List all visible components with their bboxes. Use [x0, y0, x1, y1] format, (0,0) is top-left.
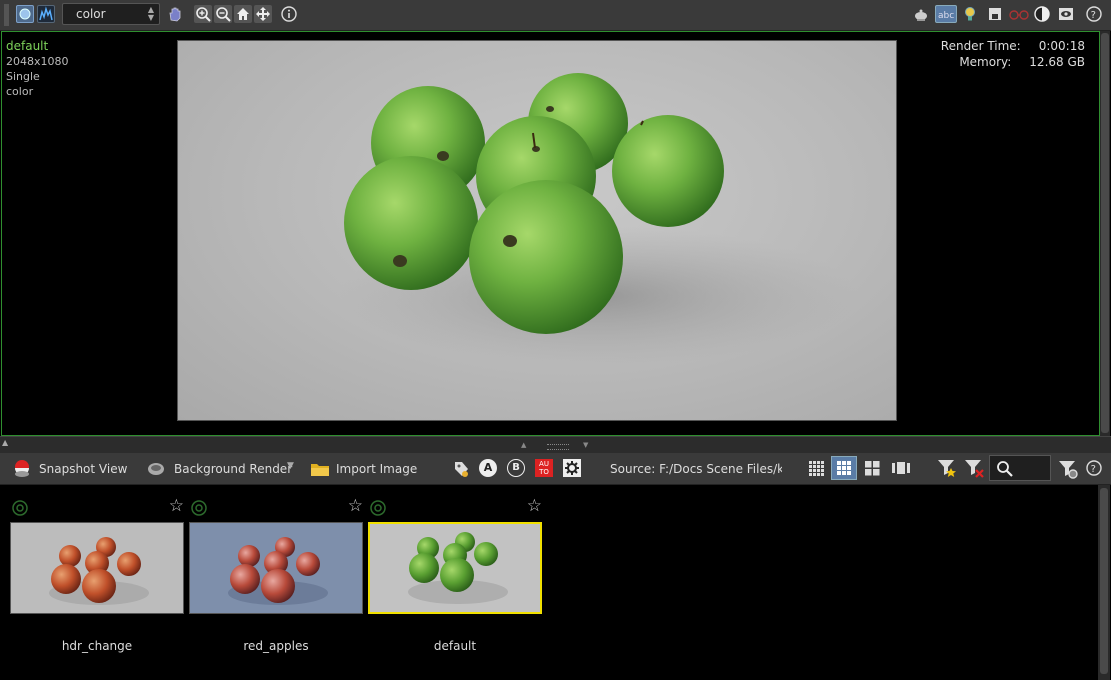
save-icon[interactable] [986, 5, 1004, 23]
bulb-icon[interactable] [961, 5, 979, 23]
render-mode: Single [6, 70, 40, 83]
folder-icon[interactable] [310, 459, 330, 482]
zoom-out-icon[interactable] [214, 5, 232, 23]
compare-b-button[interactable]: B [507, 459, 525, 477]
import-image-button[interactable]: Import Image [336, 462, 417, 476]
grid-large-icon[interactable] [863, 459, 881, 480]
settings-gear-icon[interactable] [563, 459, 581, 477]
viewer-scrollbar[interactable] [1100, 31, 1110, 436]
teapot-icon[interactable] [912, 5, 930, 23]
filter-settings-icon[interactable] [1057, 458, 1079, 483]
render-image[interactable] [177, 40, 897, 421]
green-apples-thumbnail [408, 532, 508, 604]
text-overlay-icon[interactable]: abc [935, 5, 957, 23]
snapshot-gallery: ☆ hdr_change ☆ red_apples ☆ default [0, 485, 1097, 680]
background-render-dropdown-icon[interactable]: ▼ [287, 461, 294, 471]
splitter-up-arrow-icon[interactable]: ▲ [521, 441, 526, 449]
green-apples-render [338, 73, 858, 366]
viewer-toolbar: color ▲ ▼ abc ? [0, 0, 1111, 31]
snapshot-thumbnail[interactable] [189, 522, 363, 614]
render-status-icon [370, 500, 386, 516]
filmstrip-icon[interactable] [891, 459, 911, 480]
grid-medium-icon[interactable] [831, 456, 857, 480]
memory-value: 12.68 GB [1029, 55, 1085, 69]
splitter-grip-icon[interactable] [547, 444, 569, 450]
render-resolution: 2048x1080 [6, 55, 69, 68]
histogram-icon[interactable] [37, 5, 55, 23]
render-status-icon [12, 500, 28, 516]
render-name: default [6, 39, 49, 53]
snapshot-thumbnail[interactable] [10, 522, 184, 614]
splitter-down-arrow-icon[interactable]: ▼ [583, 441, 588, 449]
svg-text:?: ? [1091, 464, 1096, 475]
render-time-label: Render Time: [940, 39, 1021, 53]
display-plane-select[interactable]: color ▲ ▼ [62, 3, 160, 25]
red-apples-blue-bg-thumbnail [228, 537, 328, 605]
search-input[interactable] [989, 455, 1051, 481]
svg-text:abc: abc [938, 11, 954, 21]
snapshot-view-button[interactable]: Snapshot View [39, 462, 127, 476]
info-icon[interactable] [280, 5, 298, 23]
favorite-star-icon[interactable]: ☆ [527, 498, 542, 515]
filter-favorites-icon[interactable] [936, 457, 958, 482]
filter-clear-icon[interactable] [963, 457, 985, 482]
gallery-scrollbar-thumb[interactable] [1100, 488, 1108, 674]
red-apples-thumbnail [49, 537, 149, 605]
grid-small-icon[interactable] [807, 459, 825, 480]
search-icon [997, 461, 1013, 477]
toolbar-grip[interactable] [4, 4, 9, 26]
zoom-in-icon[interactable] [194, 5, 212, 23]
snapshot-name: red_apples [243, 639, 309, 653]
pane-splitter[interactable]: ▲ ▲ ▼ [0, 436, 1111, 454]
background-render-button[interactable]: Background Render [174, 462, 292, 476]
background-render-icon[interactable] [146, 459, 166, 482]
help-icon[interactable]: ? [1085, 5, 1103, 23]
snapshot-item[interactable]: ☆ red_apples [189, 485, 365, 655]
hand-pan-icon[interactable] [166, 5, 184, 23]
fit-icon[interactable] [254, 5, 272, 23]
display-rgb-icon[interactable] [16, 5, 34, 23]
tag-icon[interactable] [452, 459, 470, 482]
svg-text:?: ? [1091, 10, 1096, 21]
eye-icon[interactable] [1057, 5, 1075, 23]
snapshot-help-icon[interactable]: ? [1085, 459, 1103, 480]
render-plane: color [6, 85, 34, 98]
favorite-star-icon[interactable]: ☆ [348, 498, 363, 515]
viewer-scrollbar-thumb[interactable] [1101, 33, 1109, 433]
favorite-star-icon[interactable]: ☆ [169, 498, 184, 515]
snapshot-name: default [433, 639, 477, 653]
compare-a-button[interactable]: A [479, 459, 497, 477]
contrast-icon[interactable] [1033, 5, 1051, 23]
snapshot-item-selected[interactable]: ☆ default [368, 485, 544, 655]
source-path: Source: F:/Docs Scene Files/kan [610, 462, 782, 476]
collapse-up-icon[interactable]: ▲ [2, 438, 8, 447]
snapshot-toolbar: Snapshot View Background Render ▼ Import… [0, 453, 1111, 485]
display-plane-value: color [76, 7, 106, 21]
render-status-icon [191, 500, 207, 516]
snapshot-view-icon[interactable] [12, 459, 32, 482]
render-time-value: 0:00:18 [1038, 39, 1085, 53]
stereo-glasses-icon[interactable] [1008, 5, 1030, 23]
memory-label: Memory: [959, 55, 1012, 69]
chevron-updown-icon: ▲ ▼ [147, 5, 154, 22]
auto-button[interactable]: AU TO [535, 459, 553, 477]
render-stats: Render Time: 0:00:18 Memory: 12.68 GB [941, 38, 1085, 70]
gallery-scrollbar[interactable] [1098, 485, 1110, 680]
snapshot-name: hdr_change [61, 639, 133, 653]
snapshot-item[interactable]: ☆ hdr_change [10, 485, 186, 655]
home-icon[interactable] [234, 5, 252, 23]
render-info-panel: default 2048x1080 Single color [6, 39, 69, 99]
snapshot-thumbnail[interactable] [368, 522, 542, 614]
